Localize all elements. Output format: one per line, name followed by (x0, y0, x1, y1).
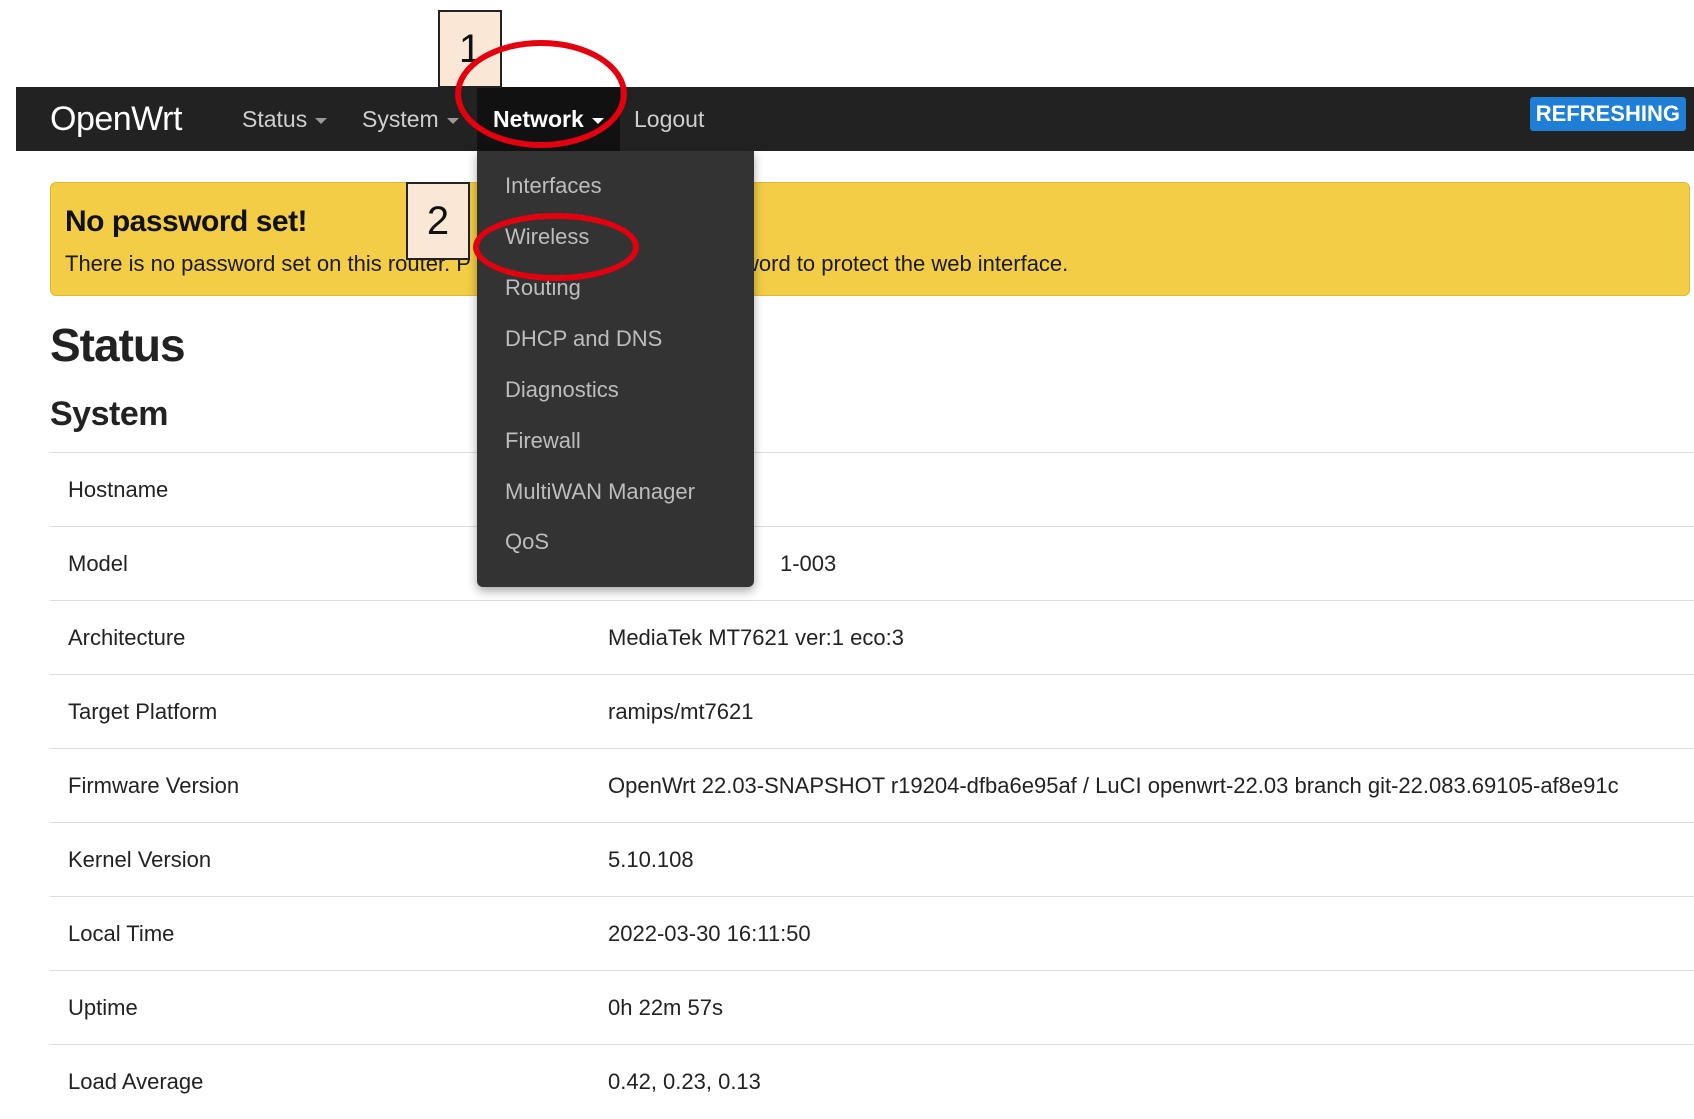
nav-system-label: System (362, 106, 439, 132)
menu-item-firewall[interactable]: Firewall (505, 428, 581, 454)
table-row: Architecture MediaTek MT7621 ver:1 eco:3 (50, 600, 1694, 674)
menu-item-qos[interactable]: QoS (505, 529, 549, 555)
row-value: 2022-03-30 16:11:50 (608, 921, 811, 946)
refreshing-badge[interactable]: REFRESHING (1529, 97, 1686, 131)
table-row: Kernel Version 5.10.108 (50, 822, 1694, 896)
row-value: 0.42, 0.23, 0.13 (608, 1069, 761, 1094)
menu-item-interfaces[interactable]: Interfaces (505, 173, 602, 199)
chevron-down-icon (446, 117, 459, 124)
top-navbar: OpenWrt Status System Network Logout REF… (16, 87, 1694, 151)
nav-status[interactable]: Status (242, 87, 328, 151)
row-key: Model (68, 551, 128, 576)
chevron-down-icon (315, 117, 328, 124)
nav-logout-label: Logout (634, 106, 705, 132)
row-key: Firmware Version (68, 773, 240, 798)
annotation-circle-wireless (473, 213, 639, 281)
system-info-table: Hostname Model 1-003 Architecture MediaT… (50, 452, 1694, 1118)
row-value: ramips/mt7621 (608, 699, 754, 724)
row-value: 1-003 (780, 551, 837, 576)
row-value: 0h 22m 57s (608, 995, 723, 1020)
alert-text-right: word to protect the web interface. (743, 251, 1069, 276)
annotation-circle-network (455, 40, 627, 148)
row-value: OpenWrt 22.03-SNAPSHOT r19204-dfba6e95af… (608, 773, 1619, 798)
menu-item-diagnostics[interactable]: Diagnostics (505, 377, 619, 403)
no-password-alert: No password set! There is no password se… (50, 182, 1690, 296)
table-row: Uptime 0h 22m 57s (50, 970, 1694, 1044)
nav-system[interactable]: System (362, 87, 459, 151)
row-value: 5.10.108 (608, 847, 694, 872)
table-row: Local Time 2022-03-30 16:11:50 (50, 896, 1694, 970)
annotation-step-2: 2 (406, 182, 470, 260)
row-key: Target Platform (68, 699, 218, 724)
row-key: Kernel Version (68, 847, 212, 872)
table-row: Load Average 0.42, 0.23, 0.13 (50, 1044, 1694, 1118)
section-title: System (50, 395, 168, 433)
alert-title: No password set! (65, 205, 308, 238)
table-row: Model 1-003 (50, 526, 1694, 600)
page-title: Status (50, 319, 186, 371)
row-value: MediaTek MT7621 ver:1 eco:3 (608, 625, 904, 650)
table-row: Target Platform ramips/mt7621 (50, 674, 1694, 748)
nav-status-label: Status (242, 106, 308, 132)
table-row: Firmware Version OpenWrt 22.03-SNAPSHOT … (50, 748, 1694, 822)
table-row: Hostname (50, 452, 1694, 526)
row-key: Hostname (68, 477, 169, 502)
brand-logo[interactable]: OpenWrt (50, 87, 182, 151)
row-key: Local Time (68, 921, 175, 946)
row-key: Load Average (68, 1069, 204, 1094)
menu-item-multiwan-manager[interactable]: MultiWAN Manager (505, 479, 695, 505)
row-key: Architecture (68, 625, 186, 650)
menu-item-dhcp-dns[interactable]: DHCP and DNS (505, 326, 662, 352)
nav-logout[interactable]: Logout (634, 87, 704, 151)
row-key: Uptime (68, 995, 138, 1020)
